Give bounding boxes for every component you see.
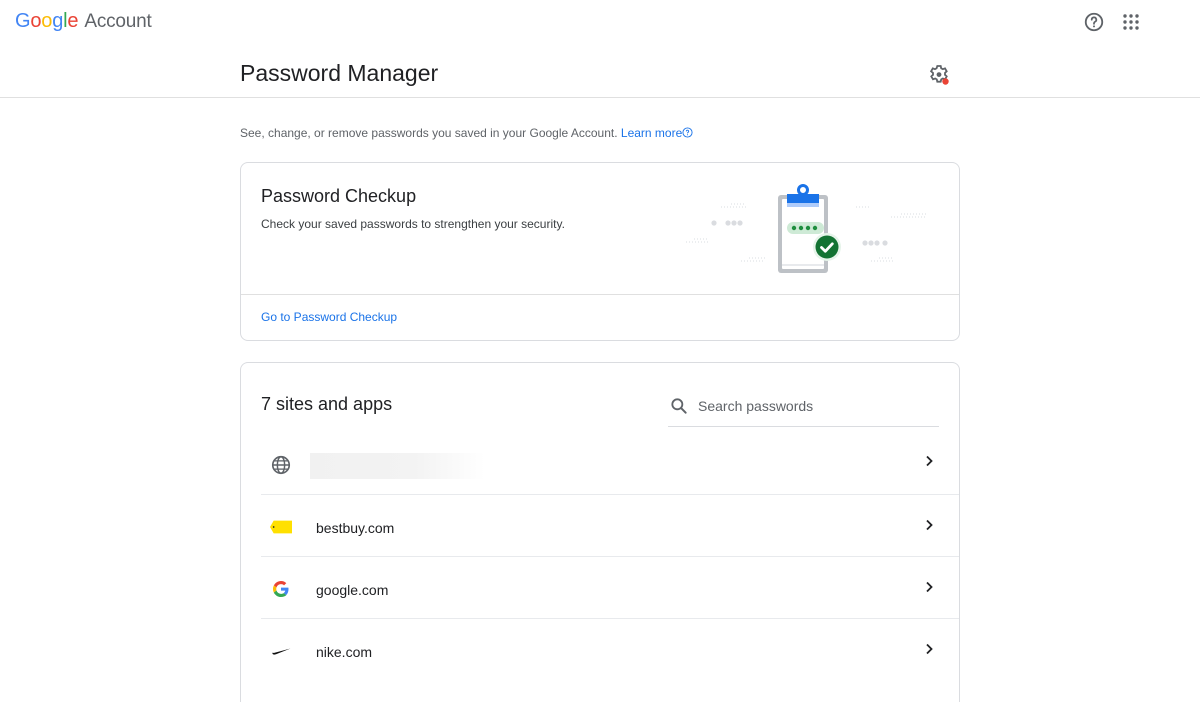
google-g-icon <box>273 581 289 597</box>
logo-suffix: Account <box>84 11 152 32</box>
password-list: bestbuy.com google.com nike.com <box>261 433 959 681</box>
chevron-right-icon <box>926 581 933 593</box>
checkup-description: Check your saved passwords to strengthen… <box>261 217 565 231</box>
redacted-site-name <box>310 453 485 479</box>
bestbuy-tag-icon <box>270 520 292 534</box>
globe-icon <box>271 455 291 475</box>
site-name: google.com <box>316 582 389 598</box>
go-to-password-checkup-link[interactable]: Go to Password Checkup <box>261 310 397 324</box>
page-title: Password Manager <box>240 60 439 86</box>
chevron-right-icon <box>926 643 933 655</box>
intro-text: See, change, or remove passwords you sav… <box>240 126 693 140</box>
site-name: nike.com <box>316 644 373 660</box>
site-icon-wrapper <box>270 516 292 538</box>
google-account-logo[interactable]: Google Account <box>15 10 152 33</box>
chevron-right-icon <box>926 519 933 531</box>
logo-letter: o <box>41 10 53 32</box>
search-passwords-input[interactable] <box>698 395 928 417</box>
notification-dot <box>942 78 949 85</box>
password-list-item[interactable]: bestbuy.com <box>261 495 959 557</box>
logo-letter: G <box>15 10 31 32</box>
top-bar: Google Account <box>0 0 1200 46</box>
check-circle-icon <box>815 235 839 259</box>
help-circle-icon <box>682 127 693 138</box>
learn-more-link[interactable]: Learn more <box>621 126 693 140</box>
intro-description: See, change, or remove passwords you sav… <box>240 126 618 140</box>
divider <box>241 294 959 295</box>
password-list-item[interactable] <box>261 433 959 495</box>
page-header: Password Manager <box>0 46 1200 98</box>
help-circle-icon <box>1084 12 1104 32</box>
password-checkup-card: Password Checkup Check your saved passwo… <box>240 162 960 341</box>
gear-icon <box>929 65 949 85</box>
logo-letter: o <box>30 10 42 32</box>
search-icon <box>671 398 687 414</box>
site-icon-wrapper <box>270 454 292 476</box>
logo-letter: g <box>52 10 64 32</box>
search-passwords-field[interactable] <box>668 391 939 427</box>
password-list-item[interactable]: google.com <box>261 557 959 619</box>
site-name: bestbuy.com <box>316 520 395 536</box>
nike-swoosh-icon <box>272 648 291 655</box>
password-checkup-illustration <box>686 184 926 273</box>
apps-button[interactable] <box>1122 13 1140 31</box>
password-list-item[interactable]: nike.com <box>261 619 959 681</box>
passwords-count-title: 7 sites and apps <box>261 394 393 414</box>
chevron-right-icon <box>926 455 933 467</box>
help-button[interactable] <box>1083 11 1105 33</box>
site-icon-wrapper <box>270 640 292 662</box>
apps-grid-icon <box>1123 14 1139 30</box>
site-icon-wrapper <box>270 578 292 600</box>
learn-more-label: Learn more <box>620 126 683 140</box>
checkup-title: Password Checkup <box>261 186 417 206</box>
settings-button[interactable] <box>927 63 951 87</box>
logo-letter: e <box>67 10 79 32</box>
saved-passwords-card: 7 sites and apps Search passwords bestbu… <box>240 362 960 702</box>
